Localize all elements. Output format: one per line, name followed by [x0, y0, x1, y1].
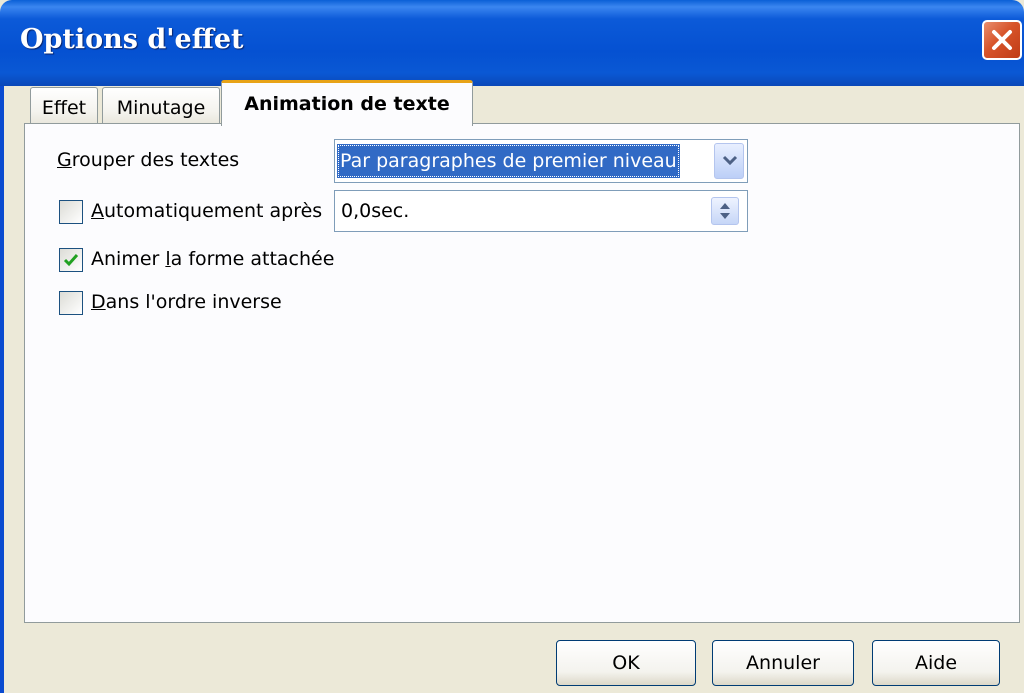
checkmark-icon	[63, 254, 79, 267]
tab-effet[interactable]: Effet	[30, 87, 98, 127]
dropdown-button[interactable]	[714, 143, 744, 179]
title-bar[interactable]: Options d'effet	[0, 0, 1024, 86]
close-icon	[992, 30, 1012, 50]
spin-button[interactable]	[711, 197, 739, 225]
reverse-order-label: Dans l'ordre inverse	[91, 291, 282, 313]
auto-after-value: 0,0sec.	[341, 200, 410, 222]
cancel-button-label: Annuler	[746, 652, 820, 674]
spin-arrows-icon	[720, 203, 730, 219]
group-text-selected-value: Par paragraphes de premier niveau	[337, 144, 680, 178]
auto-after-checkbox[interactable]	[59, 200, 83, 224]
tab-animation-de-texte[interactable]: Animation de texte	[221, 80, 473, 126]
chevron-down-icon	[722, 155, 738, 166]
tab-animation-de-texte-label: Animation de texte	[244, 93, 450, 115]
animate-shape-checkbox[interactable]	[59, 248, 83, 272]
help-button[interactable]: Aide	[872, 640, 1000, 686]
auto-after-spinbox[interactable]: 0,0sec.	[334, 190, 748, 232]
tab-effet-label: Effet	[41, 97, 87, 119]
ok-button-label: OK	[612, 652, 640, 674]
group-text-label: Grouper des textes	[57, 149, 240, 171]
auto-after-label: Automatiquement après	[91, 200, 323, 222]
reverse-order-checkbox[interactable]	[59, 291, 83, 315]
group-text-select[interactable]: Par paragraphes de premier niveau	[334, 139, 748, 183]
close-button[interactable]	[982, 20, 1022, 60]
ok-button[interactable]: OK	[556, 640, 696, 686]
help-button-label: Aide	[914, 652, 958, 674]
animate-shape-label: Animer la forme attachée	[91, 248, 335, 270]
tab-minutage-label: Minutage	[116, 97, 206, 119]
cancel-button[interactable]: Annuler	[712, 640, 854, 686]
tab-minutage[interactable]: Minutage	[102, 87, 220, 127]
window-title: Options d'effet	[20, 24, 244, 55]
